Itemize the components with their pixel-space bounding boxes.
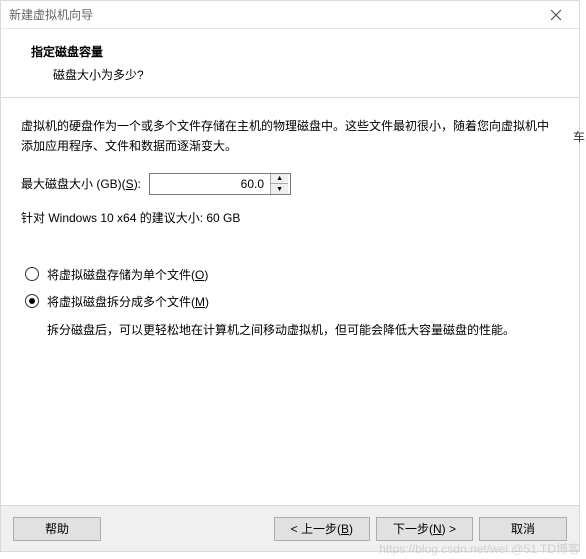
r1-key: O bbox=[195, 268, 204, 282]
cancel-button[interactable]: 取消 bbox=[479, 517, 567, 541]
disk-size-row: 最大磁盘大小 (GB)(S): ▲ ▼ bbox=[21, 173, 559, 195]
content-area: 虚拟机的硬盘作为一个或多个文件存储在主机的物理磁盘中。这些文件最初很小，随着您向… bbox=[1, 98, 579, 508]
wizard-dialog: 新建虚拟机向导 指定磁盘容量 磁盘大小为多少? 虚拟机的硬盘作为一个或多个文件存… bbox=[0, 0, 580, 552]
spin-down-button[interactable]: ▼ bbox=[271, 184, 288, 194]
disk-size-input[interactable] bbox=[150, 174, 270, 194]
next-key: N bbox=[433, 522, 442, 536]
label-key: S bbox=[126, 177, 134, 191]
next-button[interactable]: 下一步(N) > bbox=[376, 517, 473, 541]
r2-post: ) bbox=[205, 295, 209, 309]
edge-fragment: 车 bbox=[573, 128, 585, 145]
spin-up-button[interactable]: ▲ bbox=[271, 174, 288, 185]
radio-split-files-row[interactable]: 将虚拟磁盘拆分成多个文件(M) bbox=[21, 293, 559, 310]
button-bar: 帮助 < 上一步(B) 下一步(N) > 取消 bbox=[1, 505, 579, 551]
radio-split-hint: 拆分磁盘后，可以更轻松地在计算机之间移动虚拟机，但可能会降低大容量磁盘的性能。 bbox=[21, 320, 559, 340]
r1-post: ) bbox=[204, 268, 208, 282]
titlebar: 新建虚拟机向导 bbox=[1, 1, 579, 29]
close-button[interactable] bbox=[535, 2, 577, 28]
page-subtitle: 磁盘大小为多少? bbox=[31, 66, 561, 83]
r1-pre: 将虚拟磁盘存储为单个文件( bbox=[47, 268, 195, 282]
r2-key: M bbox=[195, 295, 205, 309]
page-title: 指定磁盘容量 bbox=[31, 43, 561, 60]
back-pre: < 上一步( bbox=[291, 522, 341, 536]
label-pre: 最大磁盘大小 (GB)( bbox=[21, 177, 126, 191]
recommended-size-text: 针对 Windows 10 x64 的建议大小: 60 GB bbox=[21, 209, 559, 226]
close-icon bbox=[550, 9, 562, 21]
radio-single-file-label: 将虚拟磁盘存储为单个文件(O) bbox=[47, 266, 208, 283]
spinner-buttons: ▲ ▼ bbox=[270, 174, 288, 194]
next-post: ) > bbox=[442, 522, 456, 536]
back-key: B bbox=[341, 522, 349, 536]
radio-single-file-row[interactable]: 将虚拟磁盘存储为单个文件(O) bbox=[21, 266, 559, 283]
description-text: 虚拟机的硬盘作为一个或多个文件存储在主机的物理磁盘中。这些文件最初很小，随着您向… bbox=[21, 116, 559, 157]
back-button[interactable]: < 上一步(B) bbox=[274, 517, 370, 541]
help-button[interactable]: 帮助 bbox=[13, 517, 101, 541]
disk-size-spinner[interactable]: ▲ ▼ bbox=[149, 173, 291, 195]
window-title: 新建虚拟机向导 bbox=[9, 6, 93, 23]
next-pre: 下一步( bbox=[393, 522, 433, 536]
label-post: ): bbox=[134, 177, 141, 191]
disk-size-label: 最大磁盘大小 (GB)(S): bbox=[21, 175, 141, 192]
header: 指定磁盘容量 磁盘大小为多少? bbox=[1, 29, 579, 98]
back-post: ) bbox=[349, 522, 353, 536]
radio-split-files[interactable] bbox=[25, 294, 39, 308]
r2-pre: 将虚拟磁盘拆分成多个文件( bbox=[47, 295, 195, 309]
radio-single-file[interactable] bbox=[25, 267, 39, 281]
radio-split-files-label: 将虚拟磁盘拆分成多个文件(M) bbox=[47, 293, 209, 310]
